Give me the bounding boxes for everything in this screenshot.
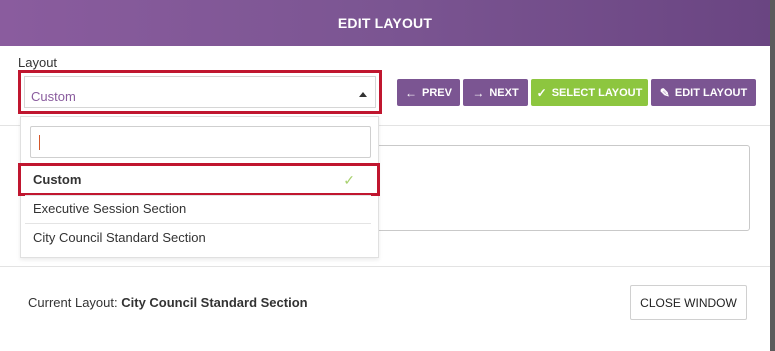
- dropdown-option-label: Executive Session Section: [33, 201, 187, 216]
- dropdown-option-label: City Council Standard Section: [33, 230, 206, 245]
- layout-label: Layout: [18, 55, 58, 70]
- edit-layout-modal: EDIT LAYOUT Layout Custom ← PREV → NEXT …: [0, 0, 770, 351]
- select-layout-button[interactable]: ✓ SELECT LAYOUT: [531, 79, 648, 106]
- footer-divider: [0, 266, 770, 267]
- next-button-label: NEXT: [489, 86, 519, 99]
- layout-dropdown: Custom ✓ Executive Session Section City …: [18, 116, 380, 258]
- modal-header: EDIT LAYOUT: [0, 0, 770, 46]
- modal-title: EDIT LAYOUT: [337, 15, 433, 31]
- arrow-left-icon: ←: [405, 85, 418, 100]
- edit-layout-button-label: EDIT LAYOUT: [674, 86, 748, 99]
- prev-button-label: PREV: [422, 86, 452, 99]
- current-layout-label: Current Layout:: [28, 295, 118, 310]
- select-layout-button-label: SELECT LAYOUT: [551, 86, 643, 99]
- layout-select[interactable]: Custom: [18, 70, 382, 114]
- layout-select-value: Custom: [31, 89, 76, 104]
- close-window-button[interactable]: CLOSE WINDOW: [630, 285, 747, 320]
- dropdown-search-input[interactable]: [30, 126, 371, 158]
- prev-button[interactable]: ← PREV: [397, 79, 460, 106]
- check-icon: ✓: [343, 172, 355, 188]
- background-overlay: [770, 0, 775, 351]
- dropdown-option-custom[interactable]: Custom ✓: [18, 163, 380, 196]
- text-cursor: [39, 135, 40, 150]
- arrow-right-icon: →: [472, 85, 485, 100]
- current-layout-info: Current Layout: City Council Standard Se…: [28, 295, 308, 310]
- dropdown-option-executive-session[interactable]: Executive Session Section: [21, 194, 378, 223]
- dropdown-option-label: Custom: [33, 172, 82, 187]
- pencil-icon: ✎: [659, 85, 670, 100]
- dropdown-option-city-council-standard[interactable]: City Council Standard Section: [21, 223, 378, 252]
- edit-layout-button[interactable]: ✎ EDIT LAYOUT: [651, 79, 756, 106]
- current-layout-value: City Council Standard Section: [121, 295, 308, 310]
- layout-preview-box: [372, 145, 750, 231]
- next-button[interactable]: → NEXT: [463, 79, 528, 106]
- layout-select-inner[interactable]: Custom: [24, 76, 376, 108]
- check-icon: ✓: [536, 85, 547, 100]
- caret-up-icon: [359, 92, 367, 97]
- close-window-button-label: CLOSE WINDOW: [640, 295, 737, 310]
